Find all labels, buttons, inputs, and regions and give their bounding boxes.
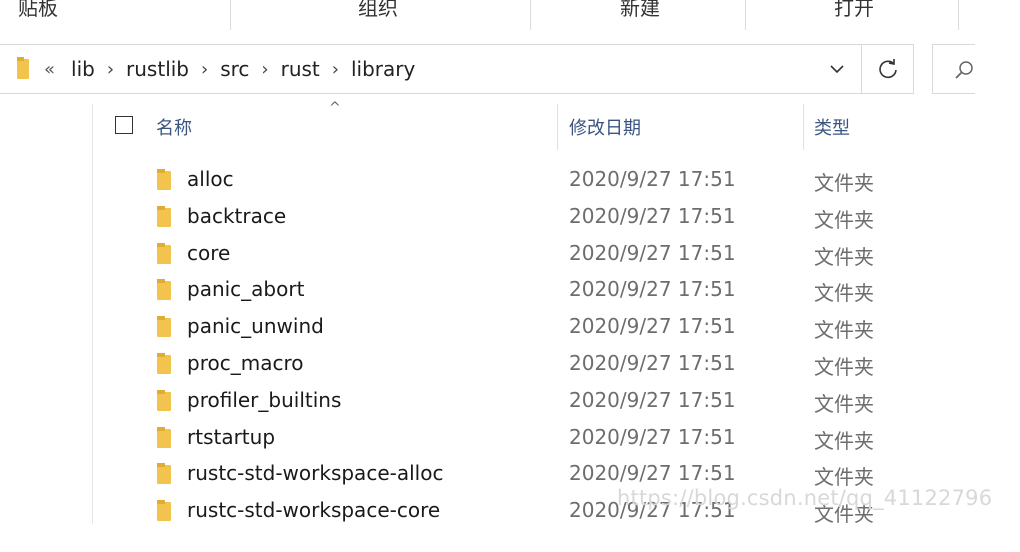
- watermark: https://blog.csdn.net/qq_41122796: [617, 486, 993, 510]
- ribbon-group-organize[interactable]: 组织: [358, 0, 398, 21]
- column-header-type[interactable]: 类型: [814, 114, 850, 140]
- file-name[interactable]: alloc: [187, 167, 234, 191]
- ribbon-group-new[interactable]: 新建: [620, 0, 660, 21]
- file-date-modified: 2020/9/27 17:51: [569, 350, 736, 375]
- file-row[interactable]: panic_unwind 2020/9/27 17:51 文件夹: [93, 309, 973, 346]
- file-date-modified: 2020/9/27 17:51: [569, 424, 736, 449]
- breadcrumb-item-src[interactable]: src: [220, 57, 249, 81]
- file-row[interactable]: backtrace 2020/9/27 17:51 文件夹: [93, 199, 973, 236]
- file-type: 文件夹: [814, 207, 874, 232]
- file-name[interactable]: rustc-std-workspace-alloc: [187, 461, 443, 485]
- file-row[interactable]: alloc 2020/9/27 17:51 文件夹: [93, 162, 973, 199]
- breadcrumb-item-rust[interactable]: rust: [281, 57, 320, 81]
- folder-icon: [157, 352, 171, 374]
- file-date-modified: 2020/9/27 17:51: [569, 167, 736, 191]
- column-header-row: ^ 名称 修改日期 类型: [93, 100, 973, 150]
- address-bar[interactable]: « lib › rustlib › src › rust › library: [0, 44, 862, 94]
- chevron-right-icon[interactable]: ›: [201, 59, 208, 80]
- file-name[interactable]: panic_unwind: [187, 314, 324, 338]
- breadcrumb-item-library[interactable]: library: [351, 57, 415, 81]
- ribbon: 贴板 组织 新建 打开: [0, 0, 975, 30]
- file-name[interactable]: profiler_builtins: [187, 388, 341, 412]
- folder-icon: [157, 426, 171, 448]
- ribbon-divider: [745, 0, 746, 30]
- folder-icon: [157, 389, 171, 411]
- file-name[interactable]: rustc-std-workspace-core: [187, 498, 440, 522]
- file-row[interactable]: profiler_builtins 2020/9/27 17:51 文件夹: [93, 383, 973, 420]
- file-type: 文件夹: [814, 428, 874, 453]
- folder-icon: [157, 500, 171, 522]
- folder-icon: [157, 205, 171, 227]
- file-type: 文件夹: [814, 354, 874, 379]
- file-row[interactable]: proc_macro 2020/9/27 17:51 文件夹: [93, 346, 973, 383]
- file-date-modified: 2020/9/27 17:51: [569, 203, 736, 228]
- breadcrumb: « lib › rustlib › src › rust › library: [44, 45, 427, 93]
- file-name[interactable]: core: [187, 241, 230, 265]
- file-type: 文件夹: [814, 391, 874, 416]
- chevron-right-icon[interactable]: ›: [261, 59, 268, 80]
- column-header-name[interactable]: 名称: [156, 114, 192, 140]
- file-list: alloc 2020/9/27 17:51 文件夹 backtrace 2020/9/2…: [93, 162, 973, 530]
- search-icon: [955, 61, 973, 79]
- breadcrumb-item-lib[interactable]: lib: [71, 57, 95, 81]
- file-row[interactable]: core 2020/9/27 17:51 文件夹: [93, 236, 973, 273]
- file-date-modified: 2020/9/27 17:51: [569, 314, 736, 339]
- folder-icon: [157, 242, 171, 264]
- chevron-right-icon[interactable]: ›: [107, 59, 114, 80]
- ribbon-divider: [230, 0, 231, 30]
- folder-icon: [17, 57, 29, 79]
- file-type: 文件夹: [814, 318, 874, 343]
- file-date-modified: 2020/9/27 17:51: [569, 277, 736, 302]
- file-type: 文件夹: [814, 281, 874, 306]
- column-divider[interactable]: [557, 104, 558, 150]
- file-date-modified: 2020/9/27 17:51: [569, 240, 736, 265]
- breadcrumb-item-rustlib[interactable]: rustlib: [126, 57, 189, 81]
- file-row[interactable]: panic_abort 2020/9/27 17:51 文件夹: [93, 272, 973, 309]
- chevron-right-icon[interactable]: ›: [332, 59, 339, 80]
- ribbon-divider: [530, 0, 531, 30]
- select-all-checkbox[interactable]: [115, 116, 133, 134]
- folder-icon: [157, 316, 171, 338]
- breadcrumb-overflow-icon[interactable]: «: [44, 59, 55, 80]
- folder-icon: [157, 169, 171, 190]
- folder-icon: [157, 463, 171, 485]
- file-name[interactable]: proc_macro: [187, 351, 303, 375]
- folder-icon: [157, 279, 171, 301]
- file-name[interactable]: rtstartup: [187, 425, 275, 449]
- file-name[interactable]: panic_abort: [187, 277, 304, 301]
- sort-ascending-icon: ^: [329, 100, 341, 116]
- column-header-date-modified[interactable]: 修改日期: [569, 114, 641, 140]
- file-type: 文件夹: [814, 171, 874, 195]
- search-box[interactable]: [932, 44, 975, 94]
- file-row[interactable]: rtstartup 2020/9/27 17:51 文件夹: [93, 420, 973, 457]
- file-type: 文件夹: [814, 244, 874, 269]
- refresh-icon: [878, 59, 897, 79]
- column-divider[interactable]: [803, 104, 804, 150]
- ribbon-divider: [958, 0, 959, 30]
- file-date-modified: 2020/9/27 17:51: [569, 387, 736, 412]
- ribbon-group-clipboard[interactable]: 贴板: [18, 0, 58, 21]
- refresh-button[interactable]: [862, 44, 914, 94]
- ribbon-group-open[interactable]: 打开: [834, 0, 874, 21]
- file-name[interactable]: backtrace: [187, 204, 286, 228]
- chevron-down-icon[interactable]: [827, 59, 847, 79]
- file-date-modified: 2020/9/27 17:51: [569, 461, 736, 486]
